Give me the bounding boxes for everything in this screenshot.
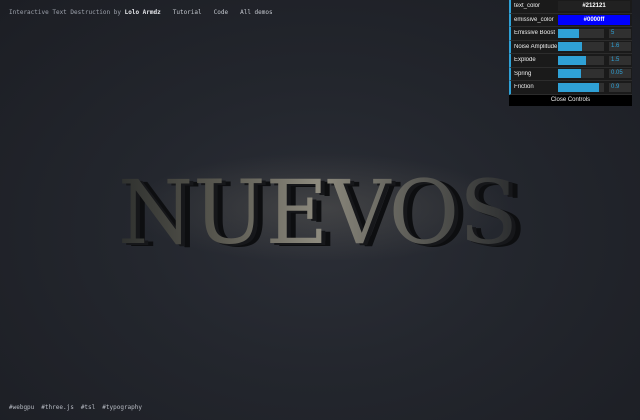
friction-row: Friction 0.9	[509, 81, 632, 95]
explode-slider-fill	[558, 55, 586, 65]
spring-slider-fill	[558, 69, 581, 79]
explode-slider[interactable]	[558, 55, 604, 65]
tag-threejs[interactable]: #three.js	[41, 404, 74, 411]
friction-label: Friction	[514, 84, 534, 91]
friction-input[interactable]: 0.9	[609, 82, 631, 92]
spring-row: Spring 0.05	[509, 67, 632, 81]
emissive-color-row: emissive_color #0000ff	[509, 13, 632, 27]
friction-slider[interactable]	[558, 82, 604, 92]
noise-amplitude-label: Noise Amplitude	[514, 43, 558, 50]
top-navigation: Interactive Text Destruction by Lolo Arm…	[9, 9, 273, 16]
emissive-boost-input[interactable]: 5	[609, 28, 631, 38]
emissive-color-label: emissive_color	[514, 16, 554, 23]
emissive-color-picker[interactable]: #0000ff	[558, 14, 630, 25]
noise-amplitude-slider-fill	[558, 42, 583, 52]
spring-input[interactable]: 0.05	[609, 69, 631, 79]
all-demos-link[interactable]: All demos	[240, 9, 273, 16]
explode-input[interactable]: 1.5	[609, 55, 631, 65]
noise-amplitude-slider[interactable]	[558, 42, 604, 52]
spring-slider[interactable]	[558, 69, 604, 79]
hero-3d-text[interactable]: NUEVOS NUEVOS NUEVOS	[0, 150, 640, 260]
tag-typography[interactable]: #typography	[102, 404, 142, 411]
close-controls-button[interactable]: Close Controls	[509, 94, 632, 106]
emissive-boost-slider-fill	[558, 28, 579, 38]
tag-webgpu[interactable]: #webgpu	[9, 404, 34, 411]
spring-label: Spring	[514, 70, 532, 77]
credit-line: Interactive Text Destruction by Lolo Arm…	[9, 9, 161, 16]
emissive-boost-label: Emissive Boost	[514, 30, 556, 37]
text-color-row: text_color #212121	[509, 0, 632, 14]
tutorial-link[interactable]: Tutorial	[173, 9, 202, 16]
code-link[interactable]: Code	[214, 9, 228, 16]
footer-tags: #webgpu #three.js #tsl #typography	[9, 404, 142, 411]
hero-text: NUEVOS	[118, 161, 518, 260]
noise-amplitude-input[interactable]: 1.6	[609, 42, 631, 52]
emissive-boost-row: Emissive Boost 5	[509, 27, 632, 41]
text-color-picker[interactable]: #212121	[558, 1, 630, 12]
author-link[interactable]: Lolo Armdz	[125, 9, 161, 16]
credit-prefix: Interactive Text Destruction by	[9, 9, 121, 16]
emissive-boost-slider[interactable]	[558, 28, 604, 38]
friction-slider-fill	[558, 82, 600, 92]
text-color-label: text_color	[514, 3, 541, 10]
tag-tsl[interactable]: #tsl	[81, 404, 95, 411]
noise-amplitude-row: Noise Amplitude 1.6	[509, 40, 632, 54]
controls-panel: text_color #212121 emissive_color #0000f…	[509, 0, 632, 106]
explode-label: Explode	[514, 57, 536, 64]
hero-text-canvas: NUEVOS NUEVOS NUEVOS	[118, 153, 527, 260]
explode-row: Explode 1.5	[509, 54, 632, 68]
